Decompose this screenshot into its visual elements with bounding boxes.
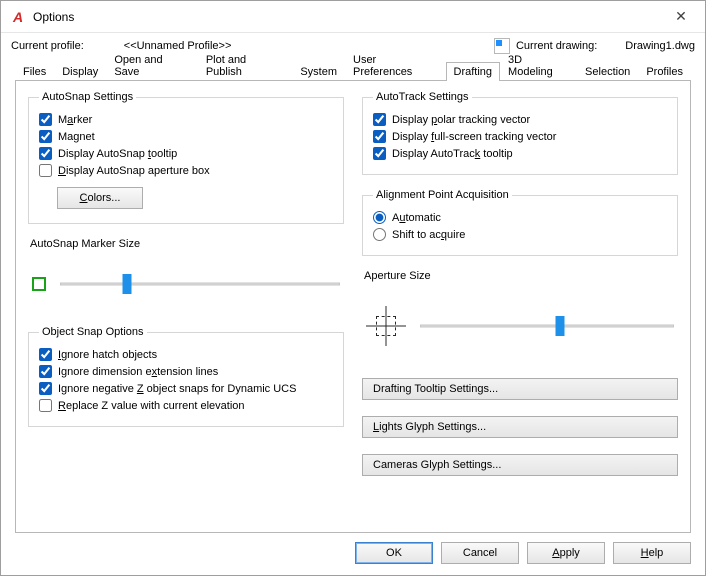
tab-panel-drafting: AutoSnap Settings Marker Magnet Display …: [15, 81, 691, 533]
slider-thumb[interactable]: [555, 316, 564, 336]
radio-shift-to-acquire[interactable]: Shift to acquire: [373, 228, 667, 241]
check-replace-z-input[interactable]: [39, 399, 52, 412]
tab-user-preferences[interactable]: User Preferences: [345, 50, 446, 81]
tabstrip: FilesDisplayOpen and SavePlot and Publis…: [1, 59, 705, 81]
marker-size-title: AutoSnap Marker Size: [30, 238, 344, 250]
group-legend: Object Snap Options: [39, 326, 147, 338]
group-autotrack-settings: AutoTrack Settings Display polar trackin…: [362, 91, 678, 175]
tab-selection[interactable]: Selection: [577, 62, 638, 81]
aperture-size-title: Aperture Size: [364, 270, 678, 282]
apply-button[interactable]: Apply: [527, 542, 605, 564]
check-autotrack-tooltip[interactable]: Display AutoTrack tooltip: [373, 147, 667, 160]
tab-system[interactable]: System: [292, 62, 345, 81]
check-autotrack-tooltip-input[interactable]: [373, 147, 386, 160]
titlebar: A Options ✕: [1, 1, 705, 33]
dialog-footer: OK Cancel Apply Help: [1, 539, 705, 575]
marker-size-slider[interactable]: [60, 274, 340, 294]
side-button-stack: Drafting Tooltip Settings... Lights Glyp…: [362, 378, 678, 476]
help-button[interactable]: Help: [613, 542, 691, 564]
close-icon: ✕: [675, 8, 687, 25]
check-polar-tracking[interactable]: Display polar tracking vector: [373, 113, 667, 126]
group-alignment-point-acquisition: Alignment Point Acquisition Automatic Sh…: [362, 189, 678, 256]
lights-glyph-settings-button[interactable]: Lights Glyph Settings...: [362, 416, 678, 438]
check-magnet[interactable]: Magnet: [39, 130, 333, 143]
check-fullscreen-tracking[interactable]: Display full-screen tracking vector: [373, 130, 667, 143]
check-ignore-hatch-input[interactable]: [39, 348, 52, 361]
check-magnet-input[interactable]: [39, 130, 52, 143]
group-legend: Alignment Point Acquisition: [373, 189, 512, 201]
tab-profiles[interactable]: Profiles: [638, 62, 691, 81]
check-ignore-hatch[interactable]: Ignore hatch objects: [39, 348, 333, 361]
slider-thumb[interactable]: [123, 274, 132, 294]
tab-drafting[interactable]: Drafting: [446, 62, 501, 81]
window-title: Options: [33, 10, 74, 24]
tab-display[interactable]: Display: [54, 62, 106, 81]
current-drawing-value: Drawing1.dwg: [625, 40, 695, 52]
check-marker[interactable]: Marker: [39, 113, 333, 126]
cancel-button[interactable]: Cancel: [441, 542, 519, 564]
aperture-size-slider[interactable]: [420, 316, 674, 336]
aperture-preview-icon: [366, 306, 406, 346]
drafting-tooltip-settings-button[interactable]: Drafting Tooltip Settings...: [362, 378, 678, 400]
check-ignore-negative-z-input[interactable]: [39, 382, 52, 395]
options-dialog: A Options ✕ Current profile: <<Unnamed P…: [0, 0, 706, 576]
check-fullscreen-tracking-input[interactable]: [373, 130, 386, 143]
marker-preview-icon: [32, 277, 46, 291]
group-aperture-size: Aperture Size: [362, 270, 678, 364]
check-autosnap-tooltip-input[interactable]: [39, 147, 52, 160]
check-ignore-dim-ext-input[interactable]: [39, 365, 52, 378]
right-column: AutoTrack Settings Display polar trackin…: [362, 91, 678, 476]
tab-3d-modeling[interactable]: 3D Modeling: [500, 50, 577, 81]
group-legend: AutoSnap Settings: [39, 91, 136, 103]
ok-button[interactable]: OK: [355, 542, 433, 564]
cameras-glyph-settings-button[interactable]: Cameras Glyph Settings...: [362, 454, 678, 476]
group-autosnap-marker-size: AutoSnap Marker Size: [28, 238, 344, 312]
radio-automatic-input[interactable]: [373, 211, 386, 224]
left-column: AutoSnap Settings Marker Magnet Display …: [28, 91, 344, 476]
check-marker-input[interactable]: [39, 113, 52, 126]
check-autosnap-tooltip[interactable]: Display AutoSnap tooltip: [39, 147, 333, 160]
colors-button[interactable]: Colors...: [57, 187, 143, 209]
radio-shift-to-acquire-input[interactable]: [373, 228, 386, 241]
radio-automatic[interactable]: Automatic: [373, 211, 667, 224]
tab-plot-and-publish[interactable]: Plot and Publish: [198, 50, 293, 81]
group-legend: AutoTrack Settings: [373, 91, 472, 103]
check-polar-tracking-input[interactable]: [373, 113, 386, 126]
group-object-snap-options: Object Snap Options Ignore hatch objects…: [28, 326, 344, 427]
check-ignore-dim-ext[interactable]: Ignore dimension extension lines: [39, 365, 333, 378]
close-button[interactable]: ✕: [659, 3, 703, 31]
check-ignore-negative-z[interactable]: Ignore negative Z object snaps for Dynam…: [39, 382, 333, 395]
check-autosnap-aperture-box-input[interactable]: [39, 164, 52, 177]
tab-open-and-save[interactable]: Open and Save: [106, 50, 198, 81]
check-replace-z[interactable]: Replace Z value with current elevation: [39, 399, 333, 412]
group-autosnap-settings: AutoSnap Settings Marker Magnet Display …: [28, 91, 344, 224]
current-profile-label: Current profile:: [11, 40, 84, 52]
app-icon: A: [9, 8, 27, 26]
check-autosnap-aperture-box[interactable]: Display AutoSnap aperture box: [39, 164, 333, 177]
tab-files[interactable]: Files: [15, 62, 54, 81]
